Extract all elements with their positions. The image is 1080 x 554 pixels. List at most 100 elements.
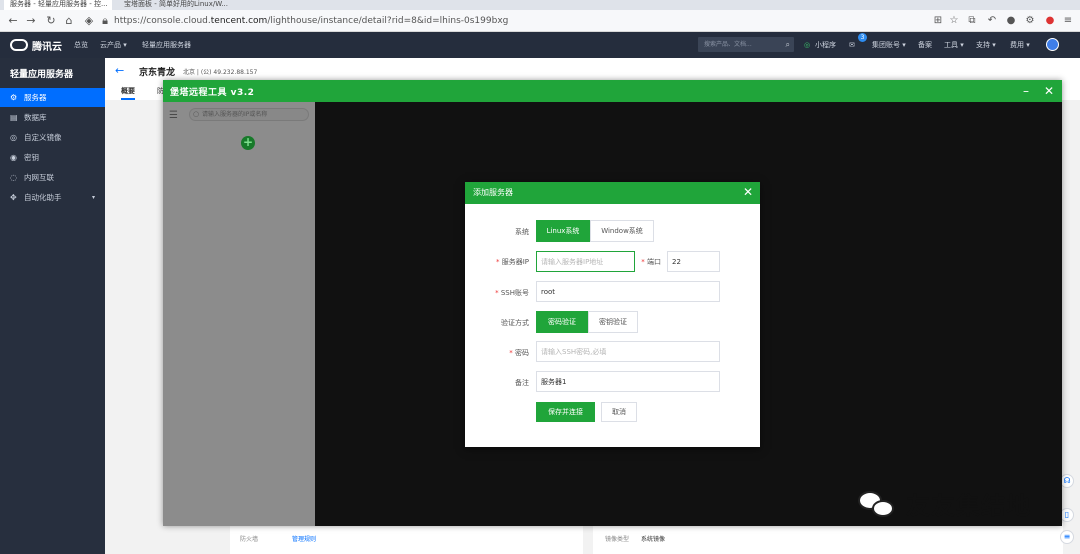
port-label: * 端口 — [637, 257, 661, 267]
message-icon[interactable]: ✉ — [849, 40, 855, 50]
network-icon: ◌ — [10, 173, 17, 182]
tencent-cloud-logo[interactable]: 腾讯云 — [10, 38, 62, 53]
close-icon[interactable]: ✕ — [1042, 83, 1056, 99]
bt-window-title: 堡塔远程工具 v3.2 — [170, 88, 255, 98]
image-icon: ◎ — [10, 133, 17, 142]
sidebar-item-servers[interactable]: ⚙ 服务器 — [0, 88, 105, 107]
server-ip-label-text: 服务器IP — [501, 258, 529, 266]
tab-overview[interactable]: 概要 — [121, 86, 135, 100]
browser-toolbar: ← → ↻ ⌂ ◈ 🔒︎ https://console.cloud.tence… — [0, 10, 1080, 32]
password-label: * 密码 — [475, 348, 529, 358]
sidebar-item-label: 密钥 — [24, 153, 39, 162]
extension-icon[interactable]: ● — [1005, 14, 1017, 28]
star-icon[interactable]: ☆ — [948, 14, 960, 28]
console-top-nav: 腾讯云 总览 云产品 ▾ 轻量应用服务器 搜索产品、文档... ⌕ ◎ 小程序 … — [0, 32, 1080, 58]
system-windows-button[interactable]: Window系统 — [590, 220, 654, 242]
user-avatar[interactable] — [1046, 38, 1059, 51]
sidebar-title: 轻量应用服务器 — [10, 70, 74, 80]
automation-icon: ✥ — [10, 193, 17, 202]
nav-mini-program[interactable]: 小程序 — [815, 40, 836, 50]
settings-icon[interactable]: ⚙ — [1024, 14, 1036, 28]
nav-lighthouse[interactable]: 轻量应用服务器 — [142, 40, 191, 50]
auth-key-button[interactable]: 密钥验证 — [588, 311, 638, 333]
port-label-text: 端口 — [647, 258, 661, 266]
image-type-value: 系统镜像 — [641, 536, 666, 543]
reload-icon[interactable]: ↻ — [44, 14, 58, 28]
remark-label: 备注 — [515, 379, 529, 387]
crop-icon[interactable]: ⧉ — [966, 14, 978, 28]
image-type-label: 镜像类型 — [605, 536, 630, 543]
back-arrow-icon[interactable]: ← — [115, 64, 124, 77]
home-icon[interactable]: ⌂ — [62, 14, 76, 28]
search-icon: ⌕ — [785, 40, 790, 49]
server-ip-input[interactable] — [536, 251, 635, 272]
nav-group-account[interactable]: 集团账号 ▾ — [872, 40, 906, 50]
firewall-label: 防火墙 — [240, 536, 259, 543]
firewall-manage-link[interactable]: 管理规则 — [292, 534, 316, 543]
nav-billing[interactable]: 费用 ▾ — [1010, 40, 1030, 50]
system-linux-button[interactable]: Linux系统 — [536, 220, 590, 242]
minimize-icon[interactable]: – — [1019, 83, 1033, 99]
menu-icon[interactable]: ≡ — [1062, 14, 1074, 28]
database-icon: ▤ — [10, 113, 18, 122]
bt-server-search-input[interactable]: ○ 请输入服务器的IP或名称 — [189, 108, 309, 121]
remark-input[interactable] — [536, 371, 720, 392]
list-icon[interactable]: ≡ — [1060, 530, 1074, 544]
info-card-right: 镜像类型 系统镜像 — [593, 523, 1063, 554]
required-mark: * — [495, 289, 499, 297]
password-label-text: 密码 — [515, 349, 529, 357]
sidebar-item-network[interactable]: ◌ 内网互联 — [0, 168, 105, 187]
nav-tools[interactable]: 工具 ▾ — [944, 40, 964, 50]
browser-tab-active[interactable]: 服务器 - 轻量应用服务器 - 控... — [4, 0, 112, 10]
password-input[interactable] — [536, 341, 720, 362]
undo-icon[interactable]: ↶ — [986, 14, 998, 28]
instance-name: 京东青龙 — [139, 68, 176, 78]
auth-password-button[interactable]: 密码验证 — [536, 311, 588, 333]
profile-icon[interactable]: ● — [1044, 14, 1056, 28]
list-menu-icon[interactable]: ☰ — [169, 110, 178, 121]
sidebar-item-label: 内网互联 — [24, 173, 54, 182]
watermark: 友友集结地 — [858, 486, 1031, 521]
browser-tab-baota[interactable]: 宝塔面板 - 简单好用的Linux/W... — [118, 0, 278, 10]
url-path: /lighthouse/instance/detail?rid=8&id=lhi… — [267, 16, 509, 26]
nav-support[interactable]: 支持 ▾ — [976, 40, 996, 50]
sidebar-item-custom-image[interactable]: ◎ 自定义镜像 — [0, 128, 105, 147]
required-mark: * — [641, 258, 645, 266]
nav-overview[interactable]: 总览 — [74, 40, 88, 50]
back-icon[interactable]: ← — [6, 14, 20, 28]
save-and-connect-button[interactable]: 保存并连接 — [536, 402, 595, 422]
close-icon[interactable]: ✕ — [741, 184, 755, 200]
lock-icon[interactable]: 🔒︎ — [98, 14, 112, 28]
grid-icon[interactable]: ⊞ — [932, 14, 944, 28]
search-icon: ○ — [193, 110, 200, 118]
sidebar: 轻量应用服务器 ⚙ 服务器 ▤ 数据库 ◎ 自定义镜像 ◉ 密钥 ◌ 内网互联 … — [0, 58, 105, 554]
nav-products[interactable]: 云产品 ▾ — [100, 40, 127, 50]
add-server-icon[interactable]: + — [241, 136, 255, 150]
browser-tab-bar: 服务器 - 轻量应用服务器 - 控... 宝塔面板 - 简单好用的Linux/W… — [0, 0, 1080, 10]
cancel-button[interactable]: 取消 — [601, 402, 637, 422]
key-icon: ◉ — [10, 153, 17, 162]
sidebar-item-keys[interactable]: ◉ 密钥 — [0, 148, 105, 167]
sidebar-item-database[interactable]: ▤ 数据库 — [0, 108, 105, 127]
sidebar-item-label: 自定义镜像 — [24, 133, 62, 142]
nav-filing[interactable]: 备案 — [918, 40, 932, 50]
mini-program-icon: ◎ — [804, 41, 811, 49]
forward-icon[interactable]: → — [24, 14, 38, 28]
port-input[interactable] — [667, 251, 720, 272]
ssh-account-input[interactable] — [536, 281, 720, 302]
console-search-input[interactable]: 搜索产品、文档... ⌕ — [698, 37, 794, 52]
sidebar-item-label: 自动化助手 — [24, 193, 62, 202]
wechat-icon — [858, 489, 898, 519]
sidebar-item-automation[interactable]: ✥ 自动化助手 ▾ — [0, 188, 105, 207]
headset-icon[interactable]: ☊ — [1060, 474, 1074, 488]
shield-icon[interactable]: ◈ — [82, 14, 96, 28]
instance-ip: 北京 | (公) 49.232.88.157 — [183, 69, 258, 76]
bt-window-header[interactable]: 堡塔远程工具 v3.2 – ✕ — [163, 80, 1062, 102]
auth-method-label: 验证方式 — [501, 319, 529, 327]
address-bar[interactable]: https://console.cloud.tencent.com/lighth… — [114, 14, 508, 28]
book-icon[interactable]: ▯ — [1060, 508, 1074, 522]
message-count-badge: 3 — [858, 33, 867, 42]
ssh-account-label-text: SSH账号 — [500, 289, 529, 297]
server-ip-label: * 服务器IP — [475, 257, 529, 267]
required-mark: * — [509, 349, 513, 357]
